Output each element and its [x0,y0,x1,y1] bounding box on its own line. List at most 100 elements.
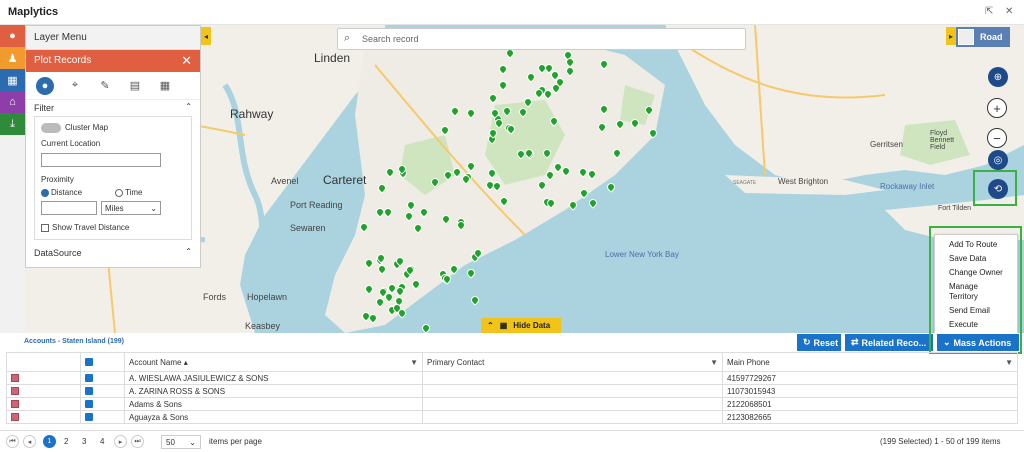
row-checkbox[interactable] [85,400,93,409]
person-icon[interactable]: ♟ [0,47,25,69]
map-label-keasbey: Keasbey [245,321,281,331]
locate-icon[interactable]: ◎ [988,150,1008,170]
column-header-primary-contact[interactable]: Primary Contact ▼ [422,352,723,372]
first-page-icon[interactable]: ⏮ [6,435,19,448]
select-all-checkbox[interactable] [85,358,93,367]
current-location-input[interactable] [41,153,161,167]
view-name-link[interactable]: Accounts - Staten Island (199) [24,338,124,345]
distance-radio-row[interactable]: Distance [41,188,82,197]
table-row[interactable]: Adams & Sons 2122068501 [6,397,1018,411]
chevron-down-icon: ⌄ [189,438,196,447]
layer-menu-panel: Layer Menu Plot Records ✕ ● ⌖ ✎ ▤ ▦ Filt… [25,25,201,268]
draw-icon[interactable]: ✎ [96,77,114,95]
distance-input[interactable] [41,201,97,215]
map-label-hopelawn: Hopelawn [247,292,288,302]
column-header-account-name[interactable]: Account Name ▴ ▼ [124,352,423,372]
record-icon[interactable] [11,387,19,396]
territory-icon[interactable]: ▦ [0,69,25,91]
highlight-box-mass-actions [929,226,1022,354]
time-radio[interactable] [115,188,123,197]
account-name-cell[interactable]: Adams & Sons [124,397,423,411]
zoom-in-icon[interactable]: + [987,98,1007,118]
page-size-select[interactable]: 50 ⌄ [161,435,201,449]
map-pin-icon[interactable]: ⌖ [66,77,84,95]
account-name-cell[interactable]: A. WIESLAWA JASIULEWICZ & SONS [124,371,423,385]
layers-icon[interactable]: ▤ [126,77,144,95]
table-icon[interactable]: ▦ [156,77,174,95]
account-name-cell[interactable]: Aguayza & Sons [124,410,423,424]
related-records-button[interactable]: ⇄ Related Reco... [845,334,933,351]
location-pin-icon[interactable]: ● [36,76,54,95]
map-label-avenel: Avenel [271,176,299,186]
download-icon[interactable]: ⤓ [0,113,25,135]
popout-icon[interactable]: ⇱ [985,6,993,17]
map-label-port-reading: Port Reading [290,200,343,210]
distance-radio[interactable] [41,188,49,197]
account-name-cell[interactable]: A. ZARINA ROSS & SONS [124,384,423,398]
chevron-up-icon: ⌃ [185,247,192,256]
datasource-section-header[interactable]: DataSource ⌃ [26,245,200,261]
row-checkbox[interactable] [85,413,93,422]
page-size-value: 50 [166,438,175,447]
expand-basemap-tab[interactable]: ▸ [946,27,956,45]
filter-icon[interactable]: ▼ [410,358,418,367]
primary-contact-cell [422,371,723,385]
table-row[interactable]: Aguayza & Sons 2123082665 [6,410,1018,424]
basemap-road-button[interactable]: Road [956,27,1010,47]
collapse-panel-tab[interactable]: ◂ [201,27,211,45]
row-select-cell [80,410,125,424]
close-icon[interactable]: ✕ [181,53,192,69]
primary-contact-cell [422,397,723,411]
record-icon[interactable] [11,400,19,409]
road-thumbnail-icon [958,29,974,45]
map-label-rahway: Rahway [230,107,274,121]
swap-icon: ⇄ [851,337,859,347]
hide-data-button[interactable]: ⌃ ▦ Hide Data [481,318,561,333]
cluster-map-row: Cluster Map [41,123,108,133]
items-per-page-label: items per page [209,437,262,446]
store-icon[interactable]: ⌂ [0,91,25,113]
row-checkbox[interactable] [85,387,93,396]
cluster-map-toggle[interactable] [41,123,61,133]
search-bar[interactable]: ⌕ Search record [337,28,746,50]
row-icon-cell [6,371,81,385]
compass-icon[interactable]: ⊕ [988,67,1008,87]
row-checkbox[interactable] [85,374,93,383]
reset-button[interactable]: ↻ Reset [797,334,841,351]
map-label-fords: Fords [203,292,227,302]
filter-box: Cluster Map Current Location Proximity D… [34,116,192,240]
time-radio-row[interactable]: Time [115,188,142,197]
row-icon-cell [6,410,81,424]
page-button-3[interactable]: 3 [82,437,86,446]
page-button-1[interactable]: 1 [43,435,56,448]
close-window-icon[interactable]: ✕ [1005,6,1013,17]
table-row[interactable]: A. ZARINA ROSS & SONS 11073015943 [6,384,1018,398]
column-header-main-phone[interactable]: Main Phone ▼ [722,352,1018,372]
record-icon[interactable] [11,413,19,422]
filter-section-header[interactable]: Filter ⌃ [26,100,200,116]
chevron-up-icon: ⌃ [487,321,494,330]
show-travel-distance-checkbox[interactable] [41,223,49,232]
last-page-icon[interactable]: ⏭ [131,435,144,448]
main-phone-cell: 11073015943 [722,384,1018,398]
show-travel-distance-row[interactable]: Show Travel Distance [41,223,129,232]
filter-icon[interactable]: ▼ [710,358,718,367]
map-label-gerritsen: Gerritsen [870,140,903,149]
page-button-4[interactable]: 4 [100,437,104,446]
page-button-2[interactable]: 2 [64,437,68,446]
prev-page-icon[interactable]: ◂ [23,435,36,448]
zoom-out-icon[interactable]: − [987,128,1007,148]
table-icon: ▦ [499,321,508,330]
row-select-cell [80,397,125,411]
record-icon[interactable] [11,374,19,383]
column-label: Main Phone [727,357,770,367]
plot-records-title: Plot Records [34,55,92,66]
table-row[interactable]: A. WIESLAWA JASIULEWICZ & SONS 415977292… [6,371,1018,385]
user-layer-icon[interactable]: ● [0,25,25,47]
layer-menu-header[interactable]: Layer Menu [26,26,200,50]
map-label-sewaren: Sewaren [290,223,326,233]
units-select[interactable]: Miles ⌄ [101,201,161,215]
row-icon-cell [6,397,81,411]
filter-icon[interactable]: ▼ [1005,358,1013,367]
next-page-icon[interactable]: ▸ [114,435,127,448]
